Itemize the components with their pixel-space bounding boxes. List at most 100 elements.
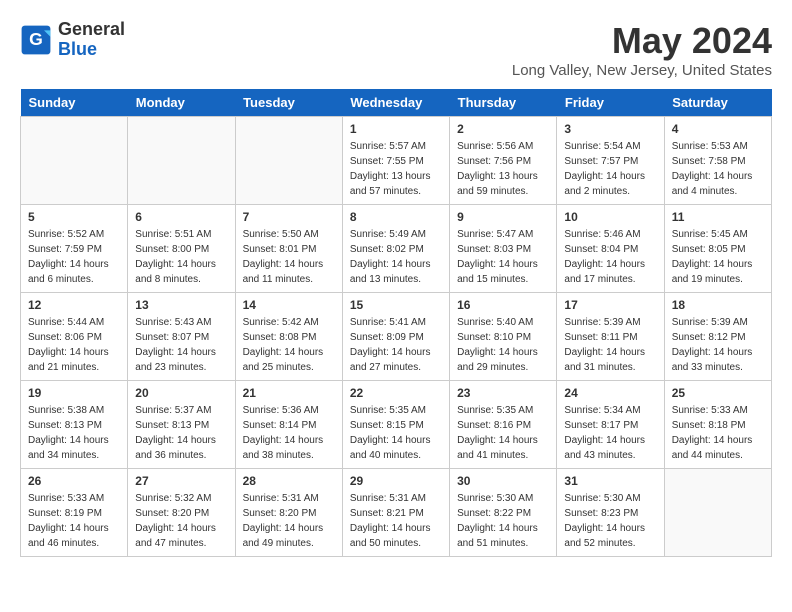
calendar-cell: 31Sunrise: 5:30 AMSunset: 8:23 PMDayligh… [557, 469, 664, 557]
sunset-text: Sunset: 8:18 PM [672, 418, 764, 433]
calendar-cell: 4Sunrise: 5:53 AMSunset: 7:58 PMDaylight… [664, 117, 771, 205]
sunset-text: Sunset: 8:06 PM [28, 330, 120, 345]
daylight-text: Daylight: 14 hours and 11 minutes. [243, 257, 335, 287]
sunrise-text: Sunrise: 5:44 AM [28, 315, 120, 330]
sunset-text: Sunset: 7:57 PM [564, 154, 656, 169]
calendar-week-5: 26Sunrise: 5:33 AMSunset: 8:19 PMDayligh… [21, 469, 772, 557]
daylight-text: Daylight: 14 hours and 41 minutes. [457, 433, 549, 463]
day-info: Sunrise: 5:47 AMSunset: 8:03 PMDaylight:… [457, 227, 549, 287]
daylight-text: Daylight: 14 hours and 19 minutes. [672, 257, 764, 287]
sunrise-text: Sunrise: 5:42 AM [243, 315, 335, 330]
calendar-cell: 12Sunrise: 5:44 AMSunset: 8:06 PMDayligh… [21, 293, 128, 381]
day-number: 20 [135, 386, 227, 400]
daylight-text: Daylight: 14 hours and 34 minutes. [28, 433, 120, 463]
sunrise-text: Sunrise: 5:47 AM [457, 227, 549, 242]
daylight-text: Daylight: 14 hours and 40 minutes. [350, 433, 442, 463]
month-title: May 2024 [512, 20, 772, 62]
day-number: 7 [243, 210, 335, 224]
day-number: 8 [350, 210, 442, 224]
day-number: 14 [243, 298, 335, 312]
calendar-header-row: SundayMondayTuesdayWednesdayThursdayFrid… [21, 89, 772, 117]
sunset-text: Sunset: 7:58 PM [672, 154, 764, 169]
calendar-cell [128, 117, 235, 205]
sunset-text: Sunset: 8:00 PM [135, 242, 227, 257]
sunset-text: Sunset: 8:23 PM [564, 506, 656, 521]
day-number: 24 [564, 386, 656, 400]
sunset-text: Sunset: 8:16 PM [457, 418, 549, 433]
sunrise-text: Sunrise: 5:39 AM [672, 315, 764, 330]
day-info: Sunrise: 5:33 AMSunset: 8:18 PMDaylight:… [672, 403, 764, 463]
day-info: Sunrise: 5:31 AMSunset: 8:21 PMDaylight:… [350, 491, 442, 551]
day-number: 26 [28, 474, 120, 488]
day-number: 27 [135, 474, 227, 488]
day-number: 23 [457, 386, 549, 400]
calendar-cell: 29 Sunrise: 5:31 AMSunset: 8:21 PMDayligh… [342, 469, 449, 557]
sunset-text: Sunset: 7:55 PM [350, 154, 442, 169]
sunset-text: Sunset: 8:13 PM [28, 418, 120, 433]
daylight-text: Daylight: 14 hours and 8 minutes. [135, 257, 227, 287]
sunset-text: Sunset: 8:03 PM [457, 242, 549, 257]
sunrise-text: Sunrise: 5:37 AM [135, 403, 227, 418]
logo: G General Blue [20, 20, 125, 60]
location-title: Long Valley, New Jersey, United States [512, 62, 772, 79]
calendar-cell: 26Sunrise: 5:33 AMSunset: 8:19 PMDayligh… [21, 469, 128, 557]
sunrise-text: Sunrise: 5:31 AM [350, 491, 442, 506]
page-header: G General Blue May 2024 Long Valley, New… [20, 20, 772, 79]
calendar-cell: 10Sunrise: 5:46 AMSunset: 8:04 PMDayligh… [557, 205, 664, 293]
sunrise-text: Sunrise: 5:35 AM [350, 403, 442, 418]
svg-text:G: G [29, 29, 43, 49]
day-info: Sunrise: 5:36 AMSunset: 8:14 PMDaylight:… [243, 403, 335, 463]
calendar-table: SundayMondayTuesdayWednesdayThursdayFrid… [20, 89, 772, 557]
column-header-sunday: Sunday [21, 89, 128, 117]
daylight-text: Daylight: 14 hours and 15 minutes. [457, 257, 549, 287]
calendar-cell: 16Sunrise: 5:40 AMSunset: 8:10 PMDayligh… [450, 293, 557, 381]
daylight-text: Daylight: 14 hours and 6 minutes. [28, 257, 120, 287]
day-info: Sunrise: 5:54 AMSunset: 7:57 PMDaylight:… [564, 139, 656, 199]
calendar-cell: 27 Sunrise: 5:32 AMSunset: 8:20 PMDayligh… [128, 469, 235, 557]
day-info: Sunrise: 5:42 AMSunset: 8:08 PMDaylight:… [243, 315, 335, 375]
day-info: Sunrise: 5:35 AMSunset: 8:15 PMDaylight:… [350, 403, 442, 463]
sunrise-text: Sunrise: 5:41 AM [350, 315, 442, 330]
sunset-text: Sunset: 8:21 PM [350, 506, 442, 521]
calendar-cell [235, 117, 342, 205]
daylight-text: Daylight: 14 hours and 25 minutes. [243, 345, 335, 375]
day-info: Sunrise: 5:53 AMSunset: 7:58 PMDaylight:… [672, 139, 764, 199]
day-number: 29 [350, 474, 442, 488]
day-number: 10 [564, 210, 656, 224]
column-header-thursday: Thursday [450, 89, 557, 117]
day-number: 12 [28, 298, 120, 312]
daylight-text: Daylight: 14 hours and 49 minutes. [243, 521, 335, 551]
day-info: Sunrise: 5:43 AMSunset: 8:07 PMDaylight:… [135, 315, 227, 375]
calendar-cell: 30Sunrise: 5:30 AMSunset: 8:22 PMDayligh… [450, 469, 557, 557]
sunrise-text: Sunrise: 5:39 AM [564, 315, 656, 330]
day-number: 13 [135, 298, 227, 312]
day-number: 19 [28, 386, 120, 400]
day-info: Sunrise: 5:40 AMSunset: 8:10 PMDaylight:… [457, 315, 549, 375]
sunrise-text: Sunrise: 5:30 AM [457, 491, 549, 506]
day-info: Sunrise: 5:45 AMSunset: 8:05 PMDaylight:… [672, 227, 764, 287]
calendar-week-4: 19Sunrise: 5:38 AMSunset: 8:13 PMDayligh… [21, 381, 772, 469]
daylight-text: Daylight: 14 hours and 38 minutes. [243, 433, 335, 463]
calendar-cell: 8Sunrise: 5:49 AMSunset: 8:02 PMDaylight… [342, 205, 449, 293]
sunrise-text: Sunrise: 5:34 AM [564, 403, 656, 418]
calendar-cell: 18Sunrise: 5:39 AMSunset: 8:12 PMDayligh… [664, 293, 771, 381]
day-info: Sunrise: 5:32 AMSunset: 8:20 PMDaylight:… [135, 491, 227, 551]
sunset-text: Sunset: 8:22 PM [457, 506, 549, 521]
daylight-text: Daylight: 14 hours and 27 minutes. [350, 345, 442, 375]
sunrise-text: Sunrise: 5:52 AM [28, 227, 120, 242]
calendar-cell: 5Sunrise: 5:52 AMSunset: 7:59 PMDaylight… [21, 205, 128, 293]
calendar-cell: 6Sunrise: 5:51 AMSunset: 8:00 PMDaylight… [128, 205, 235, 293]
sunset-text: Sunset: 8:20 PM [135, 506, 227, 521]
day-info: Sunrise: 5:34 AMSunset: 8:17 PMDaylight:… [564, 403, 656, 463]
day-number: 31 [564, 474, 656, 488]
calendar-cell: 19Sunrise: 5:38 AMSunset: 8:13 PMDayligh… [21, 381, 128, 469]
daylight-text: Daylight: 14 hours and 13 minutes. [350, 257, 442, 287]
calendar-week-1: 1Sunrise: 5:57 AMSunset: 7:55 PMDaylight… [21, 117, 772, 205]
calendar-cell [664, 469, 771, 557]
calendar-cell: 9Sunrise: 5:47 AMSunset: 8:03 PMDaylight… [450, 205, 557, 293]
sunrise-text: Sunrise: 5:56 AM [457, 139, 549, 154]
sunset-text: Sunset: 7:59 PM [28, 242, 120, 257]
sunrise-text: Sunrise: 5:45 AM [672, 227, 764, 242]
daylight-text: Daylight: 14 hours and 23 minutes. [135, 345, 227, 375]
sunrise-text: Sunrise: 5:33 AM [28, 491, 120, 506]
